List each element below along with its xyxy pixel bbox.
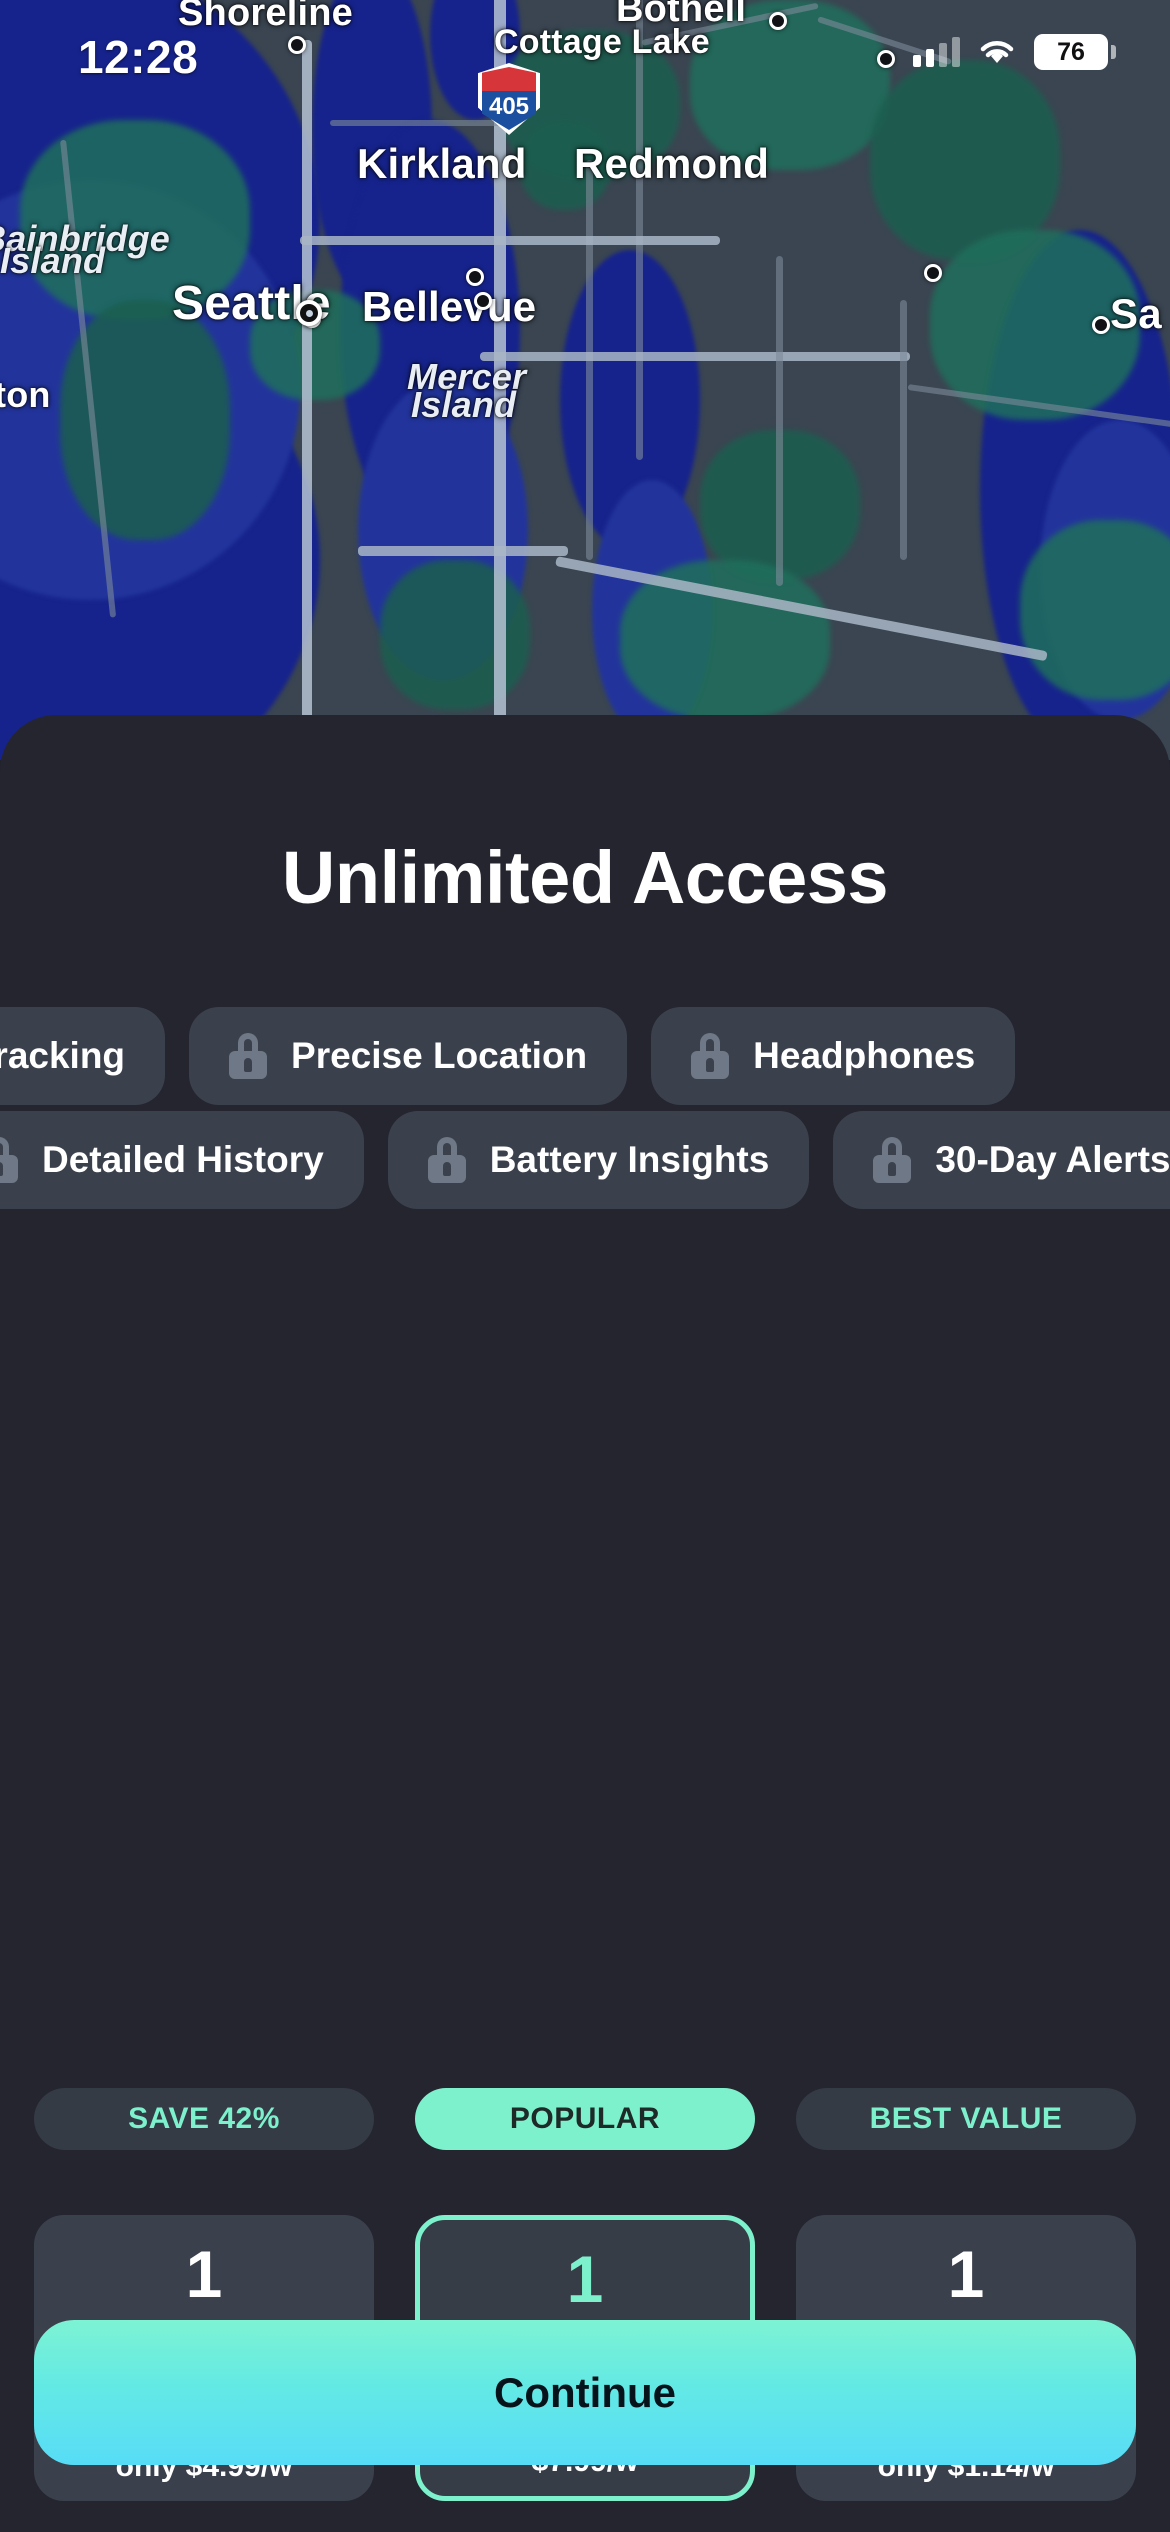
continue-button[interactable]: Continue [34,2320,1136,2465]
plan-number: 1 [947,2237,985,2311]
lock-icon [873,1137,912,1183]
map-city-label: Kirkland [357,140,527,187]
continue-button-label: Continue [494,2368,676,2416]
feature-chip-track: Detailed History Battery Insights 30-Day A… [0,1111,1170,1209]
feature-chip[interactable]: Battery Insights [387,1111,810,1209]
map-road [300,236,720,245]
map-road [358,546,568,556]
map-road [480,352,910,361]
lock-icon [691,1033,730,1079]
map-city-label: Cottage Lake [494,23,710,61]
map-city-label: Sa [1110,290,1162,337]
map-city-dot [288,36,306,54]
feature-chip-label: e Tracking [0,1035,126,1076]
map-city-label: Island [0,240,106,281]
lock-icon [427,1137,466,1183]
map-city-dot [1092,316,1110,334]
map-park [1020,520,1170,700]
feature-chip-label: Battery Insights [489,1139,770,1180]
plan-badge: SAVE 42% [34,2088,374,2150]
map-city-label: Shoreline [178,0,353,34]
plan-badge: BEST VALUE [796,2088,1136,2150]
map-city-label: Bellevue [362,283,537,330]
highway-shield-number: 405 [488,93,530,120]
feature-chip[interactable]: Headphones [651,1007,1016,1105]
map-road [302,40,312,760]
map-city-dot [474,292,492,310]
feature-chip[interactable]: Detailed History [0,1111,364,1209]
map-road [776,256,783,586]
map-city-label: Redmond [574,140,770,187]
map-road [636,0,643,460]
feature-chip[interactable]: e Tracking [0,1007,166,1105]
map-background[interactable]: 405 Shoreline Bothell Cottage Lake Kirkland… [0,0,1170,760]
map-city-label: Island [411,384,517,425]
plan-badges: SAVE 42% POPULAR BEST VALUE [0,2088,1170,2150]
feature-chip-row-1[interactable]: e Tracking Precise Location Headphones [0,1001,1170,1111]
app-screen: 405 Shoreline Bothell Cottage Lake Kirkland… [0,0,1170,2532]
feature-chip-label: 30-Day Alerts [935,1139,1170,1180]
paywall-panel: Unlimited Access e Tracking Precise Locat… [0,715,1170,2532]
feature-chip[interactable]: 30-Day Alerts [833,1111,1170,1209]
map-city-label: ton [0,374,51,415]
feature-chip-label: Precise Location [291,1035,588,1076]
plan-number: 1 [566,2242,604,2316]
highway-shield-icon: 405 [478,63,540,135]
plan-badge: POPULAR [415,2088,755,2150]
feature-chip-label: Headphones [753,1035,976,1076]
map-city-dot [877,50,895,68]
feature-chip-label: Detailed History [42,1139,324,1180]
map-city-dot [924,264,942,282]
plan-number: 1 [185,2237,223,2311]
page-title: Unlimited Access [281,836,889,919]
feature-chip[interactable]: Precise Location [189,1007,628,1105]
user-location-dot [296,300,322,326]
feature-chip-row-2[interactable]: Detailed History Battery Insights 30-Day A… [0,1105,1170,1215]
map-park [380,560,530,710]
map-road [900,300,907,560]
feature-chip-track: e Tracking Precise Location Headphones [0,1007,1016,1105]
lock-icon [0,1137,18,1183]
lock-icon [229,1033,268,1079]
map-city-dot [769,12,787,30]
